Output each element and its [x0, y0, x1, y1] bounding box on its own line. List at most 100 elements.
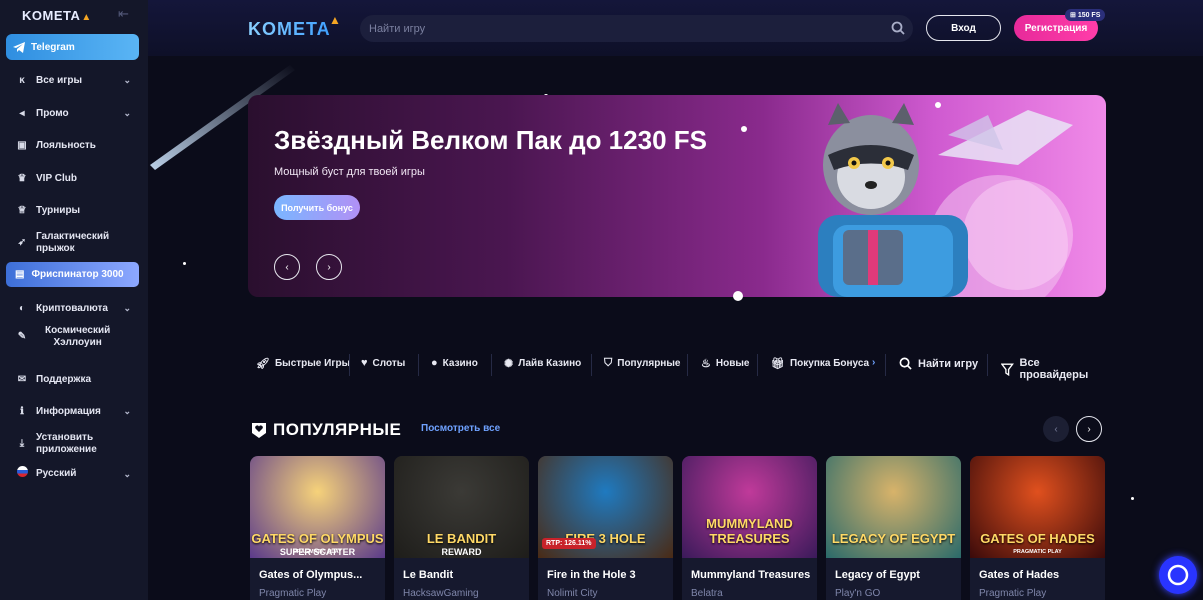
chevron-right-icon: › [872, 357, 876, 368]
sidebar-item-promo[interactable]: ◂ Промо ⌄ [0, 106, 148, 120]
telegram-button[interactable]: Telegram [6, 34, 139, 60]
sidebar-item-all-games[interactable]: ĸ Все игры ⌄ [0, 73, 148, 87]
info-icon: ℹ [20, 405, 24, 417]
sidebar-item-cosmic-halloween[interactable]: ✎ Космический Хэллоуин [0, 324, 148, 350]
fs-badge: ⊞ 150 FS [1065, 9, 1106, 21]
search-icon[interactable] [891, 21, 905, 35]
game-title[interactable]: Mummyland Treasures [691, 569, 810, 581]
roulette-icon: ✺ [504, 358, 514, 370]
game-provider[interactable]: Pragmatic Play [259, 588, 326, 599]
filter-icon [1001, 362, 1014, 376]
divider [491, 354, 492, 376]
collapse-sidebar-icon[interactable]: ⇤ [118, 6, 129, 22]
banner-subtitle: Мощный буст для твоей игры [274, 166, 425, 178]
download-icon: ⤓ [19, 438, 25, 449]
category-new[interactable]: ♨ Новые [701, 357, 749, 370]
game-thumbnail[interactable]: MUMMYLAND TREASURES [682, 456, 817, 558]
game-card[interactable]: MUMMYLAND TREASURES Mummyland Treasures Be… [682, 456, 817, 600]
gift-icon: ⊞ [1070, 12, 1078, 19]
game-art-subtitle: REWARD [441, 547, 482, 557]
divider [885, 354, 886, 376]
game-thumbnail[interactable]: GATES OF HADES PRAGMATIC PLAY [970, 456, 1105, 558]
hat-icon: ▲ [81, 12, 92, 23]
chevron-left-icon: ‹ [1054, 423, 1058, 435]
telegram-icon [13, 41, 25, 53]
crypto-icon: ◐ [18, 302, 26, 314]
game-title[interactable]: Legacy of Egypt [835, 569, 920, 581]
chevron-down-icon: ⌄ [123, 302, 131, 313]
game-card[interactable]: LE BANDIT REWARD Le Bandit HacksawGaming [394, 456, 529, 600]
category-live-casino[interactable]: ✺ Лайв Казино [504, 357, 581, 370]
sidebar-item-freespinator[interactable]: ▤ Фриспинатор 3000 [6, 262, 139, 287]
game-card[interactable]: LEGACY OF EGYPT Legacy of Egypt Play'n GO [826, 456, 961, 600]
game-thumbnail[interactable]: LEGACY OF EGYPT [826, 456, 961, 558]
sidebar-item-tournaments[interactable]: ♕ Турниры [0, 203, 148, 217]
game-card[interactable]: FIRE 3 HOLE RTP: 126.11% Fire in the Hole … [538, 456, 673, 600]
top-bar: KOMETA ▲ Вход Регистрация ⊞ 150 FS [148, 0, 1203, 56]
category-slots[interactable]: ♥ Слоты [361, 357, 405, 369]
category-bonus-buy[interactable]: 🎁︎ Покупка Бонуса [771, 357, 869, 370]
live-chat-button[interactable] [1159, 556, 1197, 594]
divider [687, 354, 688, 376]
find-game-button[interactable]: Найти игру [899, 357, 978, 370]
promo-banner[interactable]: Звёздный Велком Пак до 1230 FS Мощный бу… [248, 95, 1106, 297]
game-provider[interactable]: Pragmatic Play [979, 588, 1046, 599]
chevron-down-icon: ⌄ [123, 107, 131, 118]
sidebar-item-galactic-jump[interactable]: ➶ Галактический прыжок [0, 230, 148, 256]
login-button[interactable]: Вход [926, 15, 1001, 41]
chevron-down-icon: ⌄ [123, 405, 131, 416]
see-all-link[interactable]: Посмотреть все [421, 423, 500, 434]
sidebar-item-vip-club[interactable]: ♛ VIP Club [0, 171, 148, 185]
category-fast-games[interactable]: 🚀︎ Быстрые Игры [256, 357, 350, 370]
game-art-title: GATES OF HADES [980, 531, 1095, 546]
banner-prev-button[interactable]: ‹ [274, 254, 300, 280]
game-provider[interactable]: Play'n GO [835, 588, 880, 599]
search-input[interactable] [369, 15, 869, 42]
language-selector[interactable]: Русский ⌄ [0, 466, 148, 480]
game-thumbnail[interactable]: LE BANDIT REWARD [394, 456, 529, 558]
sidebar-item-loyalty[interactable]: ▣ Лояльность [0, 138, 148, 152]
game-art-title: LEGACY OF EGYPT [831, 531, 956, 546]
category-scroll-right[interactable]: › [872, 357, 875, 368]
ticket-icon: ✎ [17, 331, 27, 342]
get-bonus-button[interactable]: Получить бонус [274, 195, 360, 220]
game-thumbnail[interactable]: FIRE 3 HOLE RTP: 126.11% [538, 456, 673, 558]
rtp-badge: RTP: 126.11% [542, 538, 596, 549]
heart-shield-icon: ⛉ [604, 357, 613, 369]
game-art-title: MUMMYLAND TREASURES [706, 516, 793, 546]
game-provider[interactable]: Belatra [691, 588, 723, 599]
sidebar-item-crypto[interactable]: ◐ Криптовалюта ⌄ [0, 301, 148, 315]
all-providers-button[interactable]: Все провайдеры [1001, 357, 1108, 381]
carousel-next-button[interactable]: › [1076, 416, 1102, 442]
flame-icon: ♨ [701, 358, 711, 370]
rocket-icon: 🚀︎ [256, 358, 270, 370]
sidebar-item-install-app[interactable]: ⤓ Установить приложение [0, 431, 148, 457]
game-title[interactable]: Fire in the Hole 3 [547, 569, 636, 581]
sidebar-logo[interactable]: KOMETA▲ [22, 8, 92, 23]
poker-chip-icon: ● [431, 357, 438, 369]
game-title[interactable]: Gates of Olympus... [259, 569, 362, 581]
game-provider[interactable]: HacksawGaming [403, 588, 479, 599]
game-provider[interactable]: Nolimit City [547, 588, 598, 599]
category-casino[interactable]: ● Казино [431, 357, 478, 369]
divider [418, 354, 419, 376]
game-thumbnail[interactable]: GATES OF OLYMPUS PRAGMATIC PLAY SUPER SCAT… [250, 456, 385, 558]
game-card[interactable]: GATES OF OLYMPUS PRAGMATIC PLAY SUPER SCAT… [250, 456, 385, 600]
carousel-prev-button[interactable]: ‹ [1043, 416, 1069, 442]
category-popular[interactable]: ⛉ Популярные [604, 357, 680, 370]
game-title[interactable]: Gates of Hades [979, 569, 1059, 581]
game-art-title: GATES OF OLYMPUS [251, 531, 384, 546]
star-decoration [741, 126, 747, 132]
sidebar-item-support[interactable]: ✉ Поддержка [0, 372, 148, 386]
banner-next-button[interactable]: › [316, 254, 342, 280]
game-card[interactable]: GATES OF HADES PRAGMATIC PLAY Gates of Had… [970, 456, 1105, 600]
calendar-icon: ▤ [15, 269, 25, 280]
sidebar-item-info[interactable]: ℹ Информация ⌄ [0, 404, 148, 418]
search-bar [360, 15, 913, 42]
banner-title: Звёздный Велком Пак до 1230 FS [274, 125, 707, 155]
star-decoration [183, 262, 186, 265]
header-logo[interactable]: KOMETA [248, 19, 331, 40]
heart-shield-icon [252, 423, 266, 438]
game-title[interactable]: Le Bandit [403, 569, 453, 581]
chevron-down-icon: ⌄ [123, 469, 131, 479]
